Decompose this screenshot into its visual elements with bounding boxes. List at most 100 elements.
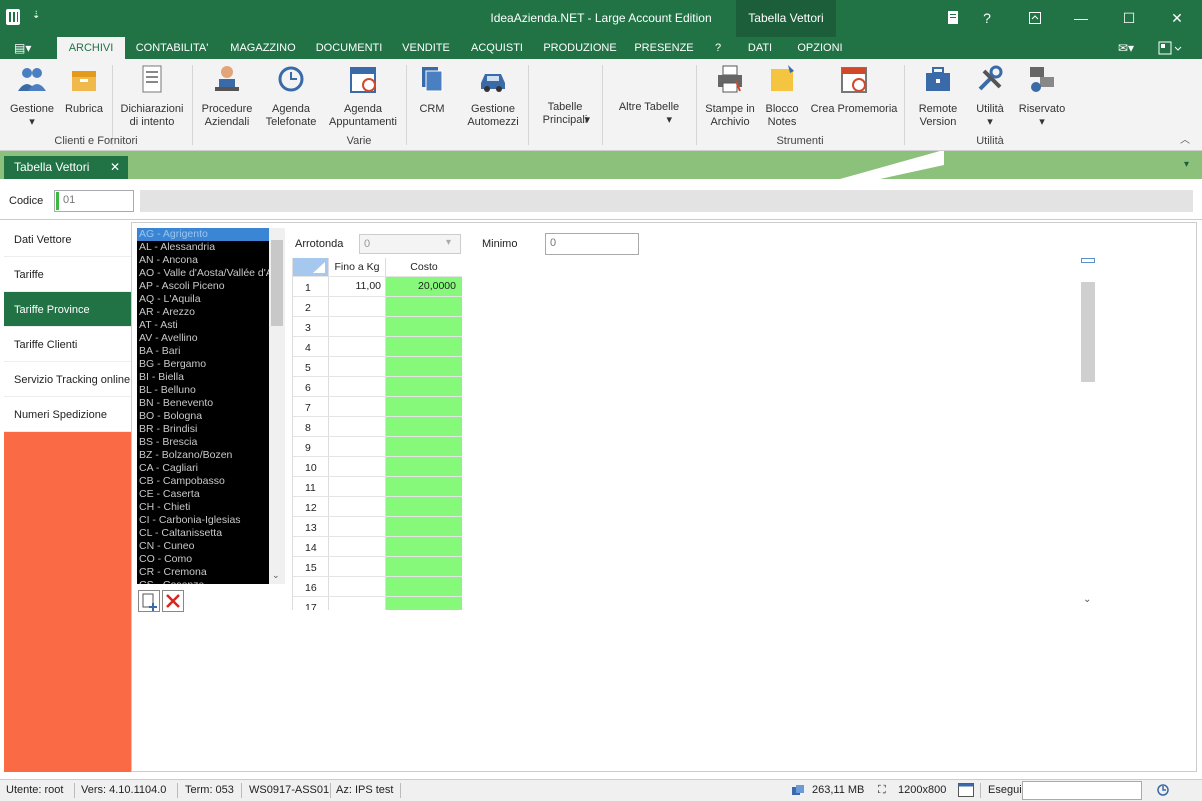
tariffe-grid[interactable]: Fino a Kg Costo 1 11,00 20,0000 2 3 4 5 6 7 8 9 10 1… <box>292 258 462 610</box>
province-item[interactable]: AP - Ascoli Piceno <box>137 280 269 293</box>
nav-dati-vettore[interactable]: Dati Vettore <box>4 222 131 257</box>
help-button[interactable]: ? <box>972 6 1002 30</box>
costo-cell[interactable] <box>385 457 462 476</box>
province-item[interactable]: BR - Brindisi <box>137 423 269 436</box>
utilita-button[interactable]: Utilità ▾ <box>970 63 1010 133</box>
province-scrollbar[interactable]: ⌄ <box>269 228 285 584</box>
province-item[interactable]: BO - Bologna <box>137 410 269 423</box>
document-tab[interactable]: Tabella Vettori ✕ <box>4 156 128 179</box>
province-item[interactable]: AR - Arezzo <box>137 306 269 319</box>
costo-cell[interactable] <box>385 537 462 556</box>
costo-cell[interactable] <box>385 517 462 536</box>
tab-presenze[interactable]: PRESENZE <box>630 37 698 59</box>
close-tab-icon[interactable]: ✕ <box>110 160 120 174</box>
gestione-button[interactable]: Gestione ▾ <box>6 63 58 133</box>
rubrica-button[interactable]: Rubrica <box>62 63 106 133</box>
scroll-thumb[interactable] <box>1081 282 1095 382</box>
table-row[interactable]: 16 <box>293 577 462 597</box>
fino-a-kg-cell[interactable] <box>328 337 385 356</box>
tab-acquisti[interactable]: ACQUISTI <box>464 37 530 59</box>
fino-a-kg-cell[interactable] <box>328 497 385 516</box>
fino-a-kg-cell[interactable] <box>328 317 385 336</box>
header-costo[interactable]: Costo <box>385 258 462 276</box>
province-item[interactable]: BN - Benevento <box>137 397 269 410</box>
province-item[interactable]: CI - Carbonia-Iglesias <box>137 514 269 527</box>
dichiarazioni-button[interactable]: Dichiarazioni di intento <box>118 63 186 133</box>
costo-cell[interactable] <box>385 557 462 576</box>
minimize-button[interactable]: — <box>1066 6 1096 30</box>
nav-servizio-tracking[interactable]: Servizio Tracking online <box>4 362 131 397</box>
fino-a-kg-cell[interactable] <box>328 297 385 316</box>
costo-cell[interactable] <box>385 357 462 376</box>
codice-input[interactable]: 01 <box>54 190 134 212</box>
province-item[interactable]: BZ - Bolzano/Bozen <box>137 449 269 462</box>
main-scrollbar[interactable]: ⌄ <box>1080 256 1096 610</box>
costo-cell[interactable] <box>385 417 462 436</box>
crm-button[interactable]: CRM <box>412 63 452 133</box>
costo-cell[interactable] <box>385 337 462 356</box>
delete-province-button[interactable] <box>162 590 184 612</box>
ribbon-display-icon[interactable] <box>1020 6 1050 30</box>
province-item[interactable]: AN - Ancona <box>137 254 269 267</box>
nav-numeri-spedizione[interactable]: Numeri Spedizione <box>4 397 131 432</box>
costo-cell[interactable] <box>385 397 462 416</box>
nav-tariffe-province[interactable]: Tariffe Province <box>4 292 131 327</box>
costo-cell[interactable] <box>385 497 462 516</box>
province-item[interactable]: AQ - L'Aquila <box>137 293 269 306</box>
stampe-button[interactable]: Stampe in Archivio <box>702 63 758 133</box>
tab-dati[interactable]: DATI <box>740 37 780 59</box>
province-item[interactable]: BA - Bari <box>137 345 269 358</box>
fino-a-kg-cell[interactable]: 11,00 <box>328 277 385 296</box>
table-row[interactable]: 8 <box>293 417 462 437</box>
table-row[interactable]: 10 <box>293 457 462 477</box>
tab-archivi[interactable]: ARCHIVI <box>57 37 125 59</box>
descrizione-input[interactable] <box>140 190 1193 212</box>
tab-documenti[interactable]: DOCUMENTI <box>310 37 388 59</box>
costo-cell[interactable] <box>385 297 462 316</box>
province-list[interactable]: AG - Agrigento AL - Alessandria AN - Ancon… <box>137 228 269 584</box>
province-item[interactable]: CE - Caserta <box>137 488 269 501</box>
agenda-telefonate-button[interactable]: Agenda Telefonate <box>262 63 320 133</box>
table-row[interactable]: 4 <box>293 337 462 357</box>
fino-a-kg-cell[interactable] <box>328 457 385 476</box>
grid-corner[interactable] <box>293 258 328 276</box>
scroll-thumb[interactable] <box>271 240 283 326</box>
table-row[interactable]: 2 <box>293 297 462 317</box>
province-item[interactable]: AG - Agrigento <box>137 228 269 241</box>
table-row[interactable]: 1 11,00 20,0000 <box>293 277 462 297</box>
add-province-button[interactable] <box>138 590 160 612</box>
table-row[interactable]: 12 <box>293 497 462 517</box>
fino-a-kg-cell[interactable] <box>328 477 385 496</box>
table-row[interactable]: 3 <box>293 317 462 337</box>
tab-help[interactable]: ? <box>706 37 730 59</box>
costo-cell[interactable] <box>385 377 462 396</box>
fino-a-kg-cell[interactable] <box>328 377 385 396</box>
tab-magazzino[interactable]: MAGAZZINO <box>224 37 302 59</box>
province-item[interactable]: CO - Como <box>137 553 269 566</box>
province-item[interactable]: CS - Cosenza <box>137 579 269 584</box>
blocco-notes-button[interactable]: Blocco Notes <box>762 63 802 133</box>
fino-a-kg-cell[interactable] <box>328 357 385 376</box>
fino-a-kg-cell[interactable] <box>328 537 385 556</box>
window-icon[interactable] <box>958 783 974 797</box>
mail-icon[interactable]: ✉▾ <box>1118 41 1134 55</box>
table-row[interactable]: 5 <box>293 357 462 377</box>
automezzi-button[interactable]: Gestione Automezzi <box>462 63 524 133</box>
costo-cell[interactable] <box>385 437 462 456</box>
province-item[interactable]: CH - Chieti <box>137 501 269 514</box>
close-button[interactable]: ✕ <box>1162 6 1192 30</box>
table-row[interactable]: 15 <box>293 557 462 577</box>
tab-list-dropdown-icon[interactable]: ▾ <box>1184 159 1189 170</box>
collapse-ribbon-icon[interactable]: ︿ <box>1180 131 1190 146</box>
province-item[interactable]: CR - Cremona <box>137 566 269 579</box>
riservato-button[interactable]: Riservato ▾ <box>1014 63 1070 133</box>
fino-a-kg-cell[interactable] <box>328 517 385 536</box>
agenda-appuntamenti-button[interactable]: Agenda Appuntamenti <box>326 63 400 133</box>
file-menu-icon[interactable]: ▤▾ <box>14 41 40 55</box>
province-item[interactable]: BI - Biella <box>137 371 269 384</box>
province-item[interactable]: CN - Cuneo <box>137 540 269 553</box>
table-row[interactable]: 11 <box>293 477 462 497</box>
arrotonda-select[interactable]: 0 ▾ <box>359 234 461 254</box>
costo-cell[interactable] <box>385 477 462 496</box>
costo-cell[interactable] <box>385 317 462 336</box>
